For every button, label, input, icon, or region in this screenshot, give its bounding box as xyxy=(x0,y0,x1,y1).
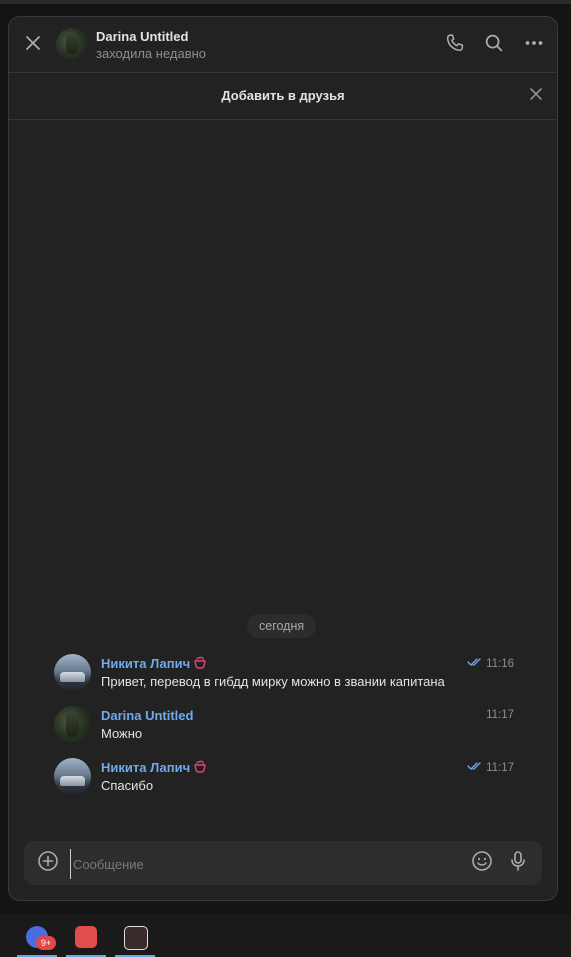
call-button[interactable] xyxy=(441,31,469,59)
more-options-button[interactable] xyxy=(520,31,548,59)
chat-header: Darina Untitled заходила недавно xyxy=(9,17,557,73)
date-divider: сегодня xyxy=(247,614,317,638)
message-time: 11:16 xyxy=(467,657,514,670)
close-icon xyxy=(25,35,41,56)
add-friend-banner: Добавить в друзья xyxy=(9,73,557,120)
message-author[interactable]: Darina Untitled xyxy=(101,708,193,723)
search-button[interactable] xyxy=(480,31,508,59)
message-input[interactable] xyxy=(70,849,415,879)
smile-icon xyxy=(471,850,493,877)
message-text: Спасибо xyxy=(101,778,154,793)
message-time: 11:17 xyxy=(486,709,514,721)
voice-message-button[interactable] xyxy=(506,850,530,877)
contact-status: заходила недавно xyxy=(96,46,207,61)
phone-icon xyxy=(444,32,466,59)
avatar[interactable] xyxy=(54,706,91,743)
avatar[interactable] xyxy=(54,654,91,691)
taskbar-item-cloud[interactable] xyxy=(66,917,106,957)
time-label: 11:17 xyxy=(486,709,514,721)
emoji-button[interactable] xyxy=(470,850,494,877)
taskbar-item-cloud-dark[interactable] xyxy=(115,917,155,957)
dismiss-banner-button[interactable] xyxy=(525,85,547,107)
read-check-icon xyxy=(467,657,483,670)
message-author[interactable]: Никита Лапич xyxy=(101,760,190,775)
search-icon xyxy=(483,32,505,59)
attach-button[interactable] xyxy=(36,850,60,877)
contact-name[interactable]: Darina Untitled xyxy=(96,29,188,44)
notification-badge: 9+ xyxy=(36,936,56,950)
microphone-icon xyxy=(508,850,528,877)
message-time: 11:17 xyxy=(467,761,514,774)
close-chat-button[interactable] xyxy=(19,31,47,59)
cloud-app-icon xyxy=(75,926,97,948)
taskbar: 9+ xyxy=(0,914,571,957)
avatar[interactable] xyxy=(56,28,88,60)
add-friend-button[interactable]: Добавить в друзья xyxy=(9,88,557,103)
message-composer xyxy=(24,841,542,885)
donut-badge-icon xyxy=(192,655,208,669)
message-text: Можно xyxy=(101,726,143,741)
more-dots-icon xyxy=(524,33,544,58)
top-strip xyxy=(0,0,571,4)
cloud-dark-app-icon xyxy=(124,926,148,950)
close-icon xyxy=(530,87,542,105)
taskbar-item-discord[interactable]: 9+ xyxy=(17,917,57,957)
read-check-icon xyxy=(467,761,483,774)
chat-window: Darina Untitled заходила недавно Добавит… xyxy=(8,16,558,901)
time-label: 11:17 xyxy=(486,761,514,774)
donut-badge-icon xyxy=(192,759,208,773)
time-label: 11:16 xyxy=(486,657,514,670)
message-text: Привет, перевод в гибдд мирку можно в зв… xyxy=(101,674,445,689)
avatar[interactable] xyxy=(54,758,91,795)
message-author[interactable]: Никита Лапич xyxy=(101,656,190,671)
plus-circle-icon xyxy=(37,850,59,877)
